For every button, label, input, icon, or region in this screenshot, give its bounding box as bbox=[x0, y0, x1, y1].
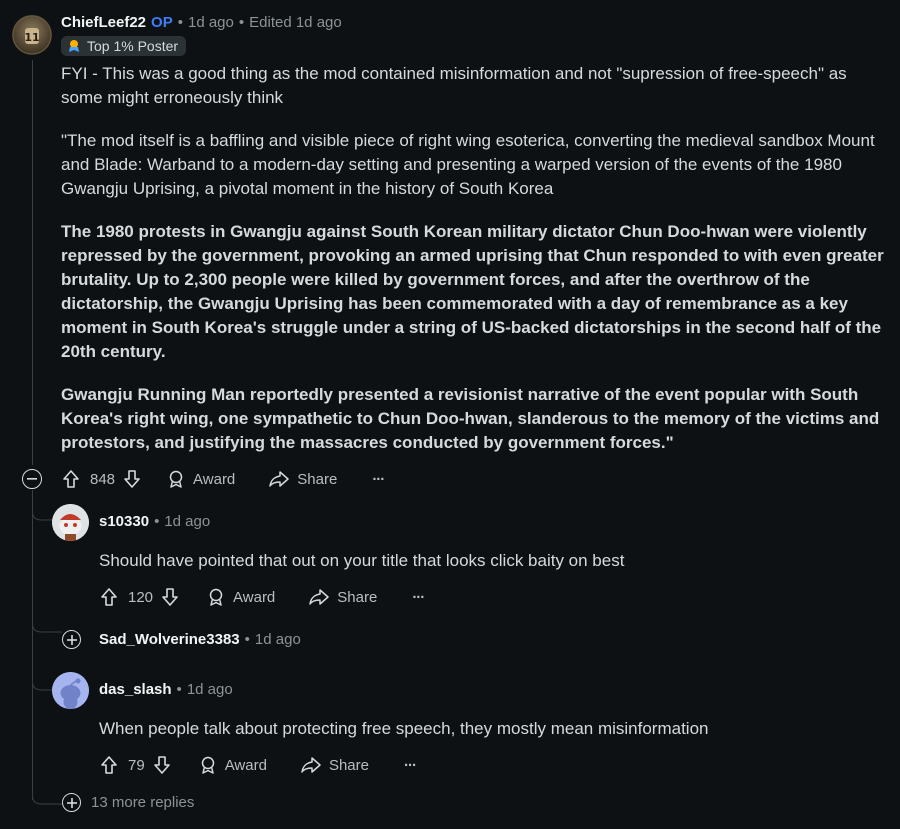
share-button[interactable]: Share bbox=[269, 470, 337, 488]
award-label: Award bbox=[224, 756, 267, 774]
upvote-icon[interactable] bbox=[100, 755, 118, 775]
vote-score: 79 bbox=[128, 756, 145, 774]
op-badge: OP bbox=[151, 14, 173, 31]
share-button[interactable]: Share bbox=[301, 756, 369, 774]
timestamp[interactable]: 1d ago bbox=[255, 631, 301, 648]
separator-dot: • bbox=[176, 681, 182, 698]
snoo-avatar-image bbox=[52, 504, 89, 541]
plus-icon bbox=[66, 634, 77, 645]
reply-body: When people talk about protecting free s… bbox=[99, 719, 709, 738]
comment-paragraph: "The mod itself is a baffling and visibl… bbox=[61, 131, 875, 198]
flair-label: Top 1% Poster bbox=[87, 38, 179, 54]
award-icon bbox=[169, 470, 183, 488]
timestamp[interactable]: 1d ago bbox=[164, 513, 210, 530]
avatar-image: 11 bbox=[12, 15, 52, 55]
separator-dot: • bbox=[238, 14, 245, 31]
more-options-button[interactable]: ··· bbox=[372, 471, 385, 488]
award-button[interactable]: Award bbox=[207, 588, 275, 606]
avatar[interactable] bbox=[52, 504, 89, 541]
downvote-icon[interactable] bbox=[153, 755, 171, 775]
thread-line-replies bbox=[32, 492, 33, 800]
vote-score: 848 bbox=[90, 470, 116, 488]
flair-icon bbox=[67, 39, 81, 53]
separator-dot: • bbox=[244, 631, 250, 648]
award-label: Award bbox=[193, 470, 236, 488]
username[interactable]: ChiefLeef22 bbox=[61, 14, 146, 31]
timestamp[interactable]: 1d ago bbox=[188, 14, 234, 31]
downvote-icon[interactable] bbox=[161, 587, 179, 607]
expand-button[interactable] bbox=[62, 630, 81, 649]
share-icon bbox=[301, 757, 321, 773]
action-bar: 79 Award Share ··· bbox=[100, 754, 417, 776]
username[interactable]: das_slash bbox=[99, 681, 172, 698]
username[interactable]: s10330 bbox=[99, 513, 149, 530]
reply-header: Sad_Wolverine3383 • 1d ago bbox=[99, 631, 301, 648]
share-icon bbox=[269, 471, 290, 487]
plus-circle-icon bbox=[62, 793, 81, 812]
collapse-button[interactable] bbox=[22, 469, 42, 489]
more-options-button[interactable]: ··· bbox=[404, 757, 417, 774]
share-label: Share bbox=[297, 470, 338, 488]
comment-paragraph-bold: The 1980 protests in Gwangju against Sou… bbox=[61, 222, 884, 361]
svg-text:11: 11 bbox=[24, 31, 39, 44]
share-icon bbox=[309, 589, 330, 605]
share-label: Share bbox=[328, 756, 369, 774]
reply-body: Should have pointed that out on your tit… bbox=[99, 551, 625, 570]
more-options-button[interactable]: ··· bbox=[412, 589, 425, 606]
minus-icon bbox=[27, 478, 37, 480]
edited-label: Edited 1d ago bbox=[249, 14, 342, 31]
thread-line-root bbox=[32, 60, 33, 465]
avatar[interactable] bbox=[52, 672, 89, 709]
award-icon bbox=[201, 756, 214, 774]
user-flair: Top 1% Poster bbox=[61, 36, 187, 56]
timestamp[interactable]: 1d ago bbox=[187, 681, 233, 698]
downvote-icon[interactable] bbox=[123, 469, 141, 489]
award-button[interactable]: Award bbox=[167, 470, 235, 488]
reply-header: das_slash • 1d ago bbox=[99, 681, 233, 698]
more-replies-label: 13 more replies bbox=[91, 794, 195, 811]
comment-body: FYI - This was a good thing as the mod c… bbox=[61, 62, 886, 474]
vote-score: 120 bbox=[128, 588, 154, 606]
award-button[interactable]: Award bbox=[199, 756, 267, 774]
connector-reply-2 bbox=[32, 600, 62, 633]
reply-header: s10330 • 1d ago bbox=[99, 513, 210, 530]
comment-header: ChiefLeef22 OP • 1d ago • Edited 1d ago bbox=[61, 14, 342, 31]
snoo-avatar-image bbox=[52, 672, 89, 709]
action-bar: 120 Award Share ··· bbox=[100, 586, 425, 608]
more-replies-button[interactable]: 13 more replies bbox=[62, 793, 194, 812]
username[interactable]: Sad_Wolverine3383 bbox=[99, 631, 240, 648]
comment-paragraph: FYI - This was a good thing as the mod c… bbox=[61, 64, 847, 107]
share-button[interactable]: Share bbox=[309, 588, 377, 606]
comment-paragraph-bold: Gwangju Running Man reportedly presented… bbox=[61, 385, 880, 452]
action-bar: 848 Award Share ··· bbox=[62, 468, 385, 490]
award-label: Award bbox=[233, 588, 276, 606]
avatar[interactable]: 11 bbox=[12, 15, 52, 55]
award-icon bbox=[209, 588, 223, 606]
separator-dot: • bbox=[154, 513, 160, 530]
upvote-icon[interactable] bbox=[100, 587, 118, 607]
separator-dot: • bbox=[177, 14, 183, 31]
share-label: Share bbox=[337, 588, 378, 606]
connector-more bbox=[32, 770, 62, 805]
upvote-icon[interactable] bbox=[62, 469, 80, 489]
